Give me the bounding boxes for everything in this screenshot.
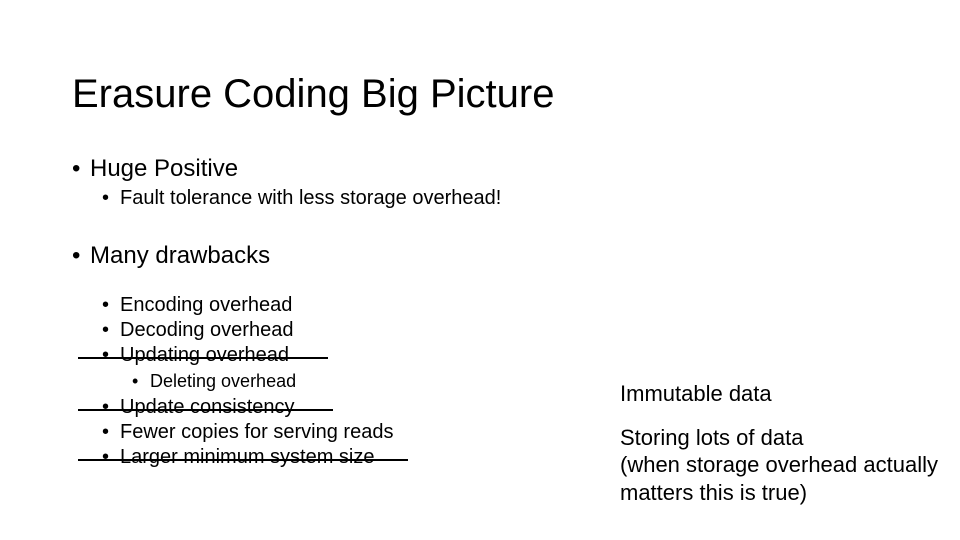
bullet-drawback-item: Fewer copies for serving reads xyxy=(102,421,612,444)
note-storing-line2: (when storage overhead actually matters … xyxy=(620,451,960,506)
bullet-text: Fewer copies for serving reads xyxy=(120,421,393,443)
note-immutable: Immutable data xyxy=(620,380,960,408)
bullet-drawback-item: Update consistency xyxy=(102,396,612,419)
bullet-text: Updating overhead xyxy=(120,344,289,366)
note-storing-line1: Storing lots of data xyxy=(620,424,960,452)
bullet-positive-heading: Huge Positive xyxy=(72,155,612,183)
spacer xyxy=(72,274,612,292)
slide-body: Huge Positive Fault tolerance with less … xyxy=(72,155,612,471)
bullet-drawback-subitem: Deleting overhead xyxy=(132,371,612,392)
side-notes: Immutable data Storing lots of data (whe… xyxy=(620,380,960,506)
bullet-text: Deleting overhead xyxy=(150,371,296,391)
strikethrough-line xyxy=(78,459,408,461)
bullet-text: Encoding overhead xyxy=(120,294,292,316)
bullet-drawback-item: Updating overhead xyxy=(102,344,612,367)
bullet-text: Decoding overhead xyxy=(120,319,293,341)
bullet-text: Larger minimum system size xyxy=(120,446,375,468)
struck-text: Larger minimum system size xyxy=(120,446,375,469)
bullet-drawbacks-heading: Many drawbacks xyxy=(72,242,612,270)
struck-text: Updating overhead xyxy=(120,344,289,367)
slide: Erasure Coding Big Picture Huge Positive… xyxy=(0,0,960,540)
bullet-drawback-item: Encoding overhead xyxy=(102,294,612,317)
bullet-drawback-item: Larger minimum system size xyxy=(102,446,612,469)
bullet-positive-item: Fault tolerance with less storage overhe… xyxy=(102,187,612,210)
strikethrough-line xyxy=(78,357,328,359)
bullet-drawback-item: Decoding overhead xyxy=(102,319,612,342)
strikethrough-line xyxy=(78,409,333,411)
spacer xyxy=(72,212,612,242)
slide-title: Erasure Coding Big Picture xyxy=(72,72,554,117)
struck-text: Update consistency xyxy=(120,396,295,419)
bullet-text: Update consistency xyxy=(120,396,295,418)
